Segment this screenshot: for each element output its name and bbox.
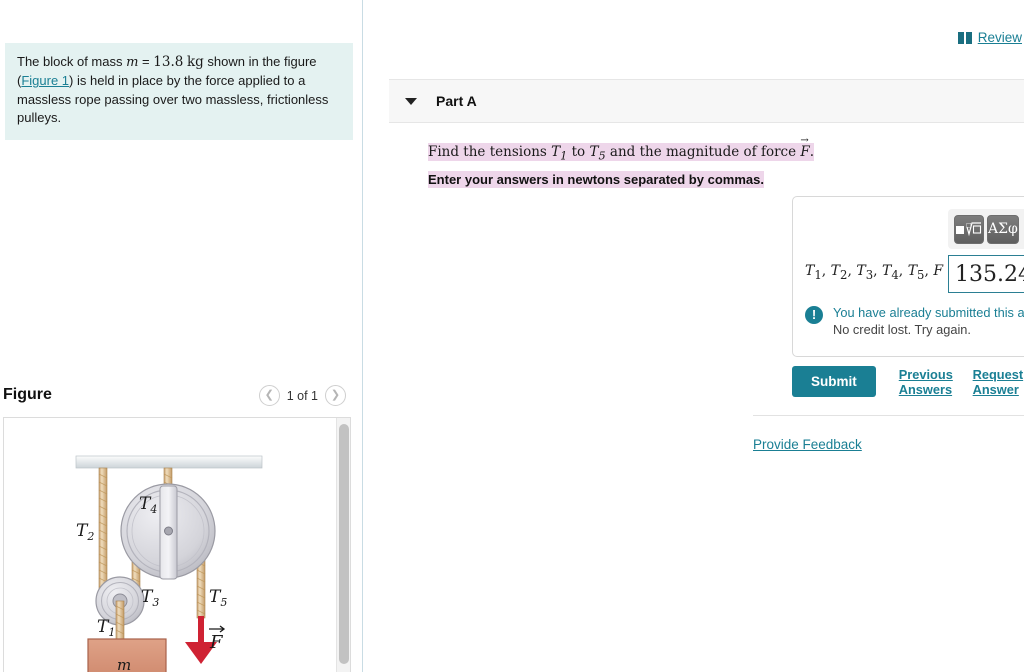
alert-icon: ! (805, 306, 823, 324)
question-period: . (809, 143, 815, 161)
ceiling (75, 455, 263, 469)
math-template-button[interactable]: □ (954, 214, 984, 244)
problem-var-m: m (126, 55, 139, 70)
part-a-header[interactable]: Part A (389, 79, 1024, 123)
figure-nav: ❮ 1 of 1 ❯ (258, 385, 346, 406)
book-icon (957, 31, 973, 44)
problem-value: 13.8 (153, 54, 184, 70)
figure-counter: 1 of 1 (286, 388, 318, 403)
label-t3: T3 (141, 587, 159, 609)
previous-answers-link[interactable]: Previous Answers (899, 367, 956, 397)
submit-button[interactable]: Submit (792, 366, 876, 397)
answer-input[interactable] (948, 255, 1024, 293)
feedback-message: ! You have already submitted this answer… (805, 305, 1024, 337)
problem-statement: The block of mass m = 13.8 kg shown in t… (5, 43, 353, 140)
question-mid: to (567, 143, 590, 161)
question-t5: T5 (589, 143, 606, 163)
question-prefix: Find the tensions (428, 143, 552, 161)
rope-t1 (115, 600, 125, 641)
problem-unit: kg (186, 54, 204, 70)
pulley-diagram: T2 T4 T3 T5 T1 F m (75, 455, 263, 672)
figure-body: T2 T4 T3 T5 T1 F m (3, 417, 351, 672)
feedback-line-2: No credit lost. Try again. (833, 322, 971, 337)
label-mass: m (117, 656, 131, 672)
question-t1: T1 (551, 143, 568, 163)
part-a-title: Part A (436, 93, 477, 109)
question-force-symbol: → F (800, 135, 810, 161)
pulley-axle (164, 526, 173, 536)
figure-scroll-thumb[interactable] (339, 424, 349, 664)
question-text: Find the tensions T1 to T5 and the magni… (428, 135, 815, 163)
label-t2: T2 (76, 521, 94, 543)
figure-header: Figure ❮ 1 of 1 ❯ (0, 385, 363, 417)
page-root: The block of mass m = 13.8 kg shown in t… (0, 0, 1024, 672)
request-answer-link[interactable]: Request Answer (973, 367, 1024, 397)
math-toolbar: □ ΑΣφ ? (948, 209, 1024, 249)
figure-title: Figure (3, 386, 52, 403)
answer-label: T1, T2, T3, T4, T5, F = (805, 263, 959, 282)
figure-1-link[interactable]: Figure 1 (21, 73, 69, 88)
feedback-line-1: You have already submitted this answer. … (833, 305, 1024, 320)
provide-feedback-link[interactable]: Provide Feedback (753, 437, 862, 452)
figure-next-button[interactable]: ❯ (325, 385, 346, 406)
figure-prev-button[interactable]: ❮ (258, 385, 280, 406)
answer-instruction: Enter your answers in newtons separated … (428, 171, 764, 188)
section-divider (753, 415, 1024, 416)
review-row[interactable]: Review (957, 30, 1022, 45)
greek-symbols-button[interactable]: ΑΣφ (986, 214, 1019, 244)
review-link[interactable]: Review (978, 30, 1022, 45)
label-t5: T5 (209, 587, 227, 609)
right-panel: Review Part A Find the tensions T1 to T5… (364, 0, 1024, 672)
answer-box: □ ΑΣφ ? (792, 196, 1024, 357)
problem-equals: = (138, 54, 154, 69)
problem-text-1: The block of mass (17, 54, 127, 69)
left-panel: The block of mass m = 13.8 kg shown in t… (0, 0, 363, 672)
question-suffix: and the magnitude of force (605, 143, 801, 161)
rope-t2 (98, 467, 108, 601)
caret-down-icon[interactable] (405, 97, 417, 105)
submit-row: Submit Previous Answers Request Answer (792, 366, 1024, 397)
label-force: F (209, 632, 224, 653)
figure-scrollbar[interactable] (336, 418, 350, 672)
answer-instruction-text: Enter your answers in newtons separated … (428, 171, 764, 188)
